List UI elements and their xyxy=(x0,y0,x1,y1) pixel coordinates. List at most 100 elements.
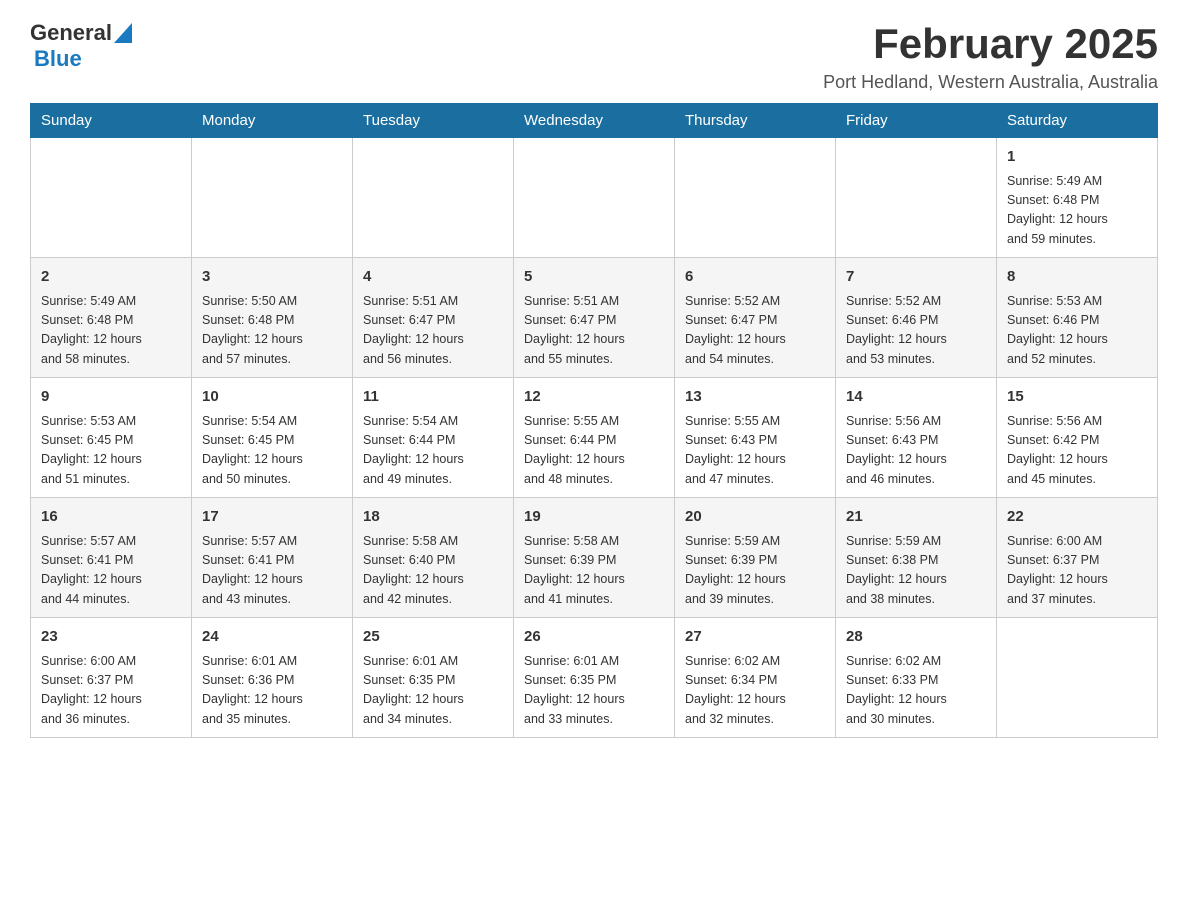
day-info: Sunrise: 6:01 AM Sunset: 6:35 PM Dayligh… xyxy=(524,652,664,730)
calendar-header-row: SundayMondayTuesdayWednesdayThursdayFrid… xyxy=(31,104,1158,138)
day-info: Sunrise: 6:01 AM Sunset: 6:35 PM Dayligh… xyxy=(363,652,503,730)
day-info: Sunrise: 5:49 AM Sunset: 6:48 PM Dayligh… xyxy=(1007,172,1147,250)
day-number: 23 xyxy=(41,626,181,649)
logo-triangle-icon xyxy=(114,23,132,43)
calendar-cell xyxy=(836,138,997,258)
day-info: Sunrise: 5:56 AM Sunset: 6:43 PM Dayligh… xyxy=(846,412,986,490)
calendar-cell xyxy=(31,138,192,258)
day-info: Sunrise: 5:53 AM Sunset: 6:45 PM Dayligh… xyxy=(41,412,181,490)
calendar-cell: 12Sunrise: 5:55 AM Sunset: 6:44 PM Dayli… xyxy=(514,378,675,498)
page-header: General Blue February 2025 Port Hedland,… xyxy=(30,20,1158,93)
title-area: February 2025 Port Hedland, Western Aust… xyxy=(823,20,1158,93)
day-info: Sunrise: 5:49 AM Sunset: 6:48 PM Dayligh… xyxy=(41,292,181,370)
day-info: Sunrise: 6:02 AM Sunset: 6:34 PM Dayligh… xyxy=(685,652,825,730)
day-number: 28 xyxy=(846,626,986,649)
day-info: Sunrise: 5:54 AM Sunset: 6:44 PM Dayligh… xyxy=(363,412,503,490)
calendar-cell: 22 Sunrise: 6:00 AM Sunset: 6:37 PM Dayli… xyxy=(997,498,1158,618)
day-number: 8 xyxy=(1007,266,1147,289)
day-number: 4 xyxy=(363,266,503,289)
weekday-header-friday: Friday xyxy=(836,104,997,138)
calendar-week-row: 2 Sunrise: 5:49 AM Sunset: 6:48 PM Daylig… xyxy=(31,258,1158,378)
location-title: Port Hedland, Western Australia, Austral… xyxy=(823,72,1158,93)
day-info: Sunrise: 5:51 AM Sunset: 6:47 PM Dayligh… xyxy=(363,292,503,370)
day-number: 11 xyxy=(363,386,503,409)
calendar-cell: 26 Sunrise: 6:01 AM Sunset: 6:35 PM Dayli… xyxy=(514,618,675,738)
calendar-cell: 6 Sunrise: 5:52 AM Sunset: 6:47 PM Daylig… xyxy=(675,258,836,378)
day-info: Sunrise: 6:01 AM Sunset: 6:36 PM Dayligh… xyxy=(202,652,342,730)
day-number: 3 xyxy=(202,266,342,289)
day-info: Sunrise: 5:51 AM Sunset: 6:47 PM Dayligh… xyxy=(524,292,664,370)
day-info: Sunrise: 5:55 AM Sunset: 6:43 PM Dayligh… xyxy=(685,412,825,490)
calendar-cell: 11 Sunrise: 5:54 AM Sunset: 6:44 PM Dayli… xyxy=(353,378,514,498)
day-number: 14 xyxy=(846,386,986,409)
calendar-cell: 1 Sunrise: 5:49 AM Sunset: 6:48 PM Daylig… xyxy=(997,138,1158,258)
day-info: Sunrise: 6:00 AM Sunset: 6:37 PM Dayligh… xyxy=(41,652,181,730)
calendar-cell: 3 Sunrise: 5:50 AM Sunset: 6:48 PM Daylig… xyxy=(192,258,353,378)
calendar-week-row: 9 Sunrise: 5:53 AM Sunset: 6:45 PM Daylig… xyxy=(31,378,1158,498)
calendar-week-row: 16 Sunrise: 5:57 AM Sunset: 6:41 PM Dayli… xyxy=(31,498,1158,618)
calendar-cell: 10 Sunrise: 5:54 AM Sunset: 6:45 PM Dayli… xyxy=(192,378,353,498)
day-number: 6 xyxy=(685,266,825,289)
weekday-header-monday: Monday xyxy=(192,104,353,138)
logo: General Blue xyxy=(30,20,132,72)
day-number: 20 xyxy=(685,506,825,529)
day-info: Sunrise: 5:53 AM Sunset: 6:46 PM Dayligh… xyxy=(1007,292,1147,370)
calendar-cell: 20 Sunrise: 5:59 AM Sunset: 6:39 PM Dayli… xyxy=(675,498,836,618)
day-number: 25 xyxy=(363,626,503,649)
day-number: 16 xyxy=(41,506,181,529)
calendar-cell: 5 Sunrise: 5:51 AM Sunset: 6:47 PM Daylig… xyxy=(514,258,675,378)
day-info: Sunrise: 6:02 AM Sunset: 6:33 PM Dayligh… xyxy=(846,652,986,730)
day-number: 15 xyxy=(1007,386,1147,409)
day-number: 26 xyxy=(524,626,664,649)
day-info: Sunrise: 5:58 AM Sunset: 6:39 PM Dayligh… xyxy=(524,532,664,610)
calendar-cell: 7Sunrise: 5:52 AM Sunset: 6:46 PM Daylig… xyxy=(836,258,997,378)
weekday-header-sunday: Sunday xyxy=(31,104,192,138)
calendar-cell: 27 Sunrise: 6:02 AM Sunset: 6:34 PM Dayli… xyxy=(675,618,836,738)
day-info: Sunrise: 5:52 AM Sunset: 6:46 PM Dayligh… xyxy=(846,292,986,370)
day-number: 18 xyxy=(363,506,503,529)
calendar-cell xyxy=(675,138,836,258)
day-number: 9 xyxy=(41,386,181,409)
calendar-cell: 15 Sunrise: 5:56 AM Sunset: 6:42 PM Dayli… xyxy=(997,378,1158,498)
calendar-cell: 21Sunrise: 5:59 AM Sunset: 6:38 PM Dayli… xyxy=(836,498,997,618)
calendar-cell xyxy=(997,618,1158,738)
day-number: 17 xyxy=(202,506,342,529)
day-info: Sunrise: 5:57 AM Sunset: 6:41 PM Dayligh… xyxy=(202,532,342,610)
calendar-week-row: 1 Sunrise: 5:49 AM Sunset: 6:48 PM Daylig… xyxy=(31,138,1158,258)
day-number: 10 xyxy=(202,386,342,409)
day-number: 21 xyxy=(846,506,986,529)
day-number: 27 xyxy=(685,626,825,649)
day-info: Sunrise: 5:55 AM Sunset: 6:44 PM Dayligh… xyxy=(524,412,664,490)
calendar-cell xyxy=(192,138,353,258)
day-number: 5 xyxy=(524,266,664,289)
day-number: 22 xyxy=(1007,506,1147,529)
calendar-cell: 4 Sunrise: 5:51 AM Sunset: 6:47 PM Daylig… xyxy=(353,258,514,378)
calendar-cell xyxy=(514,138,675,258)
weekday-header-wednesday: Wednesday xyxy=(514,104,675,138)
weekday-header-tuesday: Tuesday xyxy=(353,104,514,138)
day-number: 2 xyxy=(41,266,181,289)
calendar-cell xyxy=(353,138,514,258)
calendar-week-row: 23 Sunrise: 6:00 AM Sunset: 6:37 PM Dayli… xyxy=(31,618,1158,738)
calendar-cell: 25 Sunrise: 6:01 AM Sunset: 6:35 PM Dayli… xyxy=(353,618,514,738)
calendar-cell: 14 Sunrise: 5:56 AM Sunset: 6:43 PM Dayli… xyxy=(836,378,997,498)
logo-blue-text: Blue xyxy=(34,46,82,72)
weekday-header-thursday: Thursday xyxy=(675,104,836,138)
day-info: Sunrise: 5:59 AM Sunset: 6:39 PM Dayligh… xyxy=(685,532,825,610)
calendar-table: SundayMondayTuesdayWednesdayThursdayFrid… xyxy=(30,103,1158,738)
day-info: Sunrise: 5:50 AM Sunset: 6:48 PM Dayligh… xyxy=(202,292,342,370)
calendar-cell: 9 Sunrise: 5:53 AM Sunset: 6:45 PM Daylig… xyxy=(31,378,192,498)
day-info: Sunrise: 5:58 AM Sunset: 6:40 PM Dayligh… xyxy=(363,532,503,610)
calendar-cell: 23 Sunrise: 6:00 AM Sunset: 6:37 PM Dayli… xyxy=(31,618,192,738)
calendar-cell: 24Sunrise: 6:01 AM Sunset: 6:36 PM Dayli… xyxy=(192,618,353,738)
calendar-cell: 18 Sunrise: 5:58 AM Sunset: 6:40 PM Dayli… xyxy=(353,498,514,618)
calendar-cell: 16Sunrise: 5:57 AM Sunset: 6:41 PM Dayli… xyxy=(31,498,192,618)
day-info: Sunrise: 6:00 AM Sunset: 6:37 PM Dayligh… xyxy=(1007,532,1147,610)
day-info: Sunrise: 5:54 AM Sunset: 6:45 PM Dayligh… xyxy=(202,412,342,490)
day-number: 13 xyxy=(685,386,825,409)
calendar-cell: 17 Sunrise: 5:57 AM Sunset: 6:41 PM Dayli… xyxy=(192,498,353,618)
day-number: 1 xyxy=(1007,146,1147,169)
month-title: February 2025 xyxy=(823,20,1158,68)
day-info: Sunrise: 5:56 AM Sunset: 6:42 PM Dayligh… xyxy=(1007,412,1147,490)
day-info: Sunrise: 5:52 AM Sunset: 6:47 PM Dayligh… xyxy=(685,292,825,370)
